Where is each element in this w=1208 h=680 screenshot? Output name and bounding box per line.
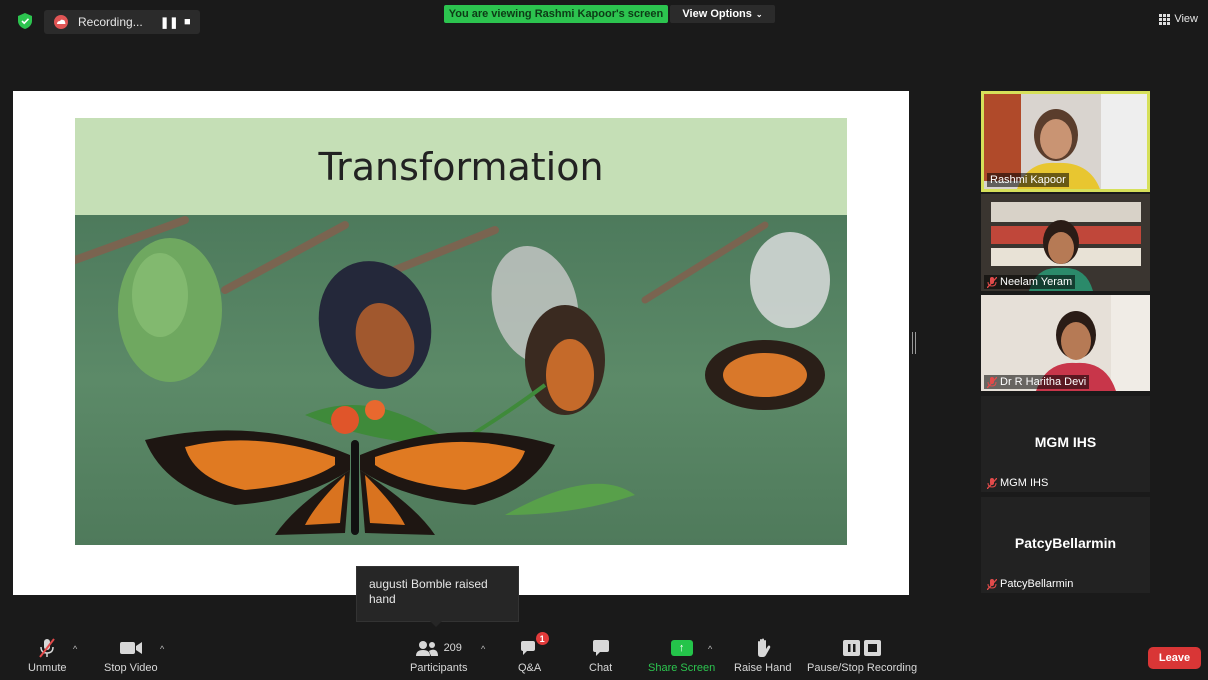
qa-button[interactable]: 1 Q&A: [518, 632, 549, 674]
participants-count: 209: [443, 642, 462, 654]
stop-video-label: Stop Video: [104, 662, 158, 674]
raise-hand-label: Raise Hand: [734, 662, 792, 674]
participant-tile-mgm-ihs[interactable]: MGM IHS MGM IHS: [981, 396, 1150, 492]
chat-bubble-icon: [591, 636, 611, 660]
viewing-screen-banner: You are viewing Rashmi Kapoor's screen: [444, 5, 668, 23]
stop-video-button[interactable]: Stop Video: [104, 636, 158, 674]
participant-display-name: MGM IHS: [1034, 434, 1097, 450]
participants-icon: 209: [415, 636, 462, 660]
security-shield-icon[interactable]: [18, 13, 32, 29]
mic-muted-icon: [987, 578, 997, 590]
view-layout-label: View: [1174, 13, 1198, 25]
cloud-recording-icon: [54, 15, 68, 29]
pause-stop-recording-label: Pause/Stop Recording: [807, 662, 918, 674]
mic-muted-icon: [38, 636, 56, 660]
pause-stop-recording-icon: [842, 636, 882, 660]
audio-options-chevron-icon[interactable]: ^: [73, 644, 77, 654]
mic-muted-icon: [987, 477, 997, 489]
participant-name-label: Neelam Yeram: [984, 275, 1076, 289]
qa-icon: 1: [519, 632, 549, 660]
view-layout-button[interactable]: View: [1159, 13, 1198, 25]
qa-label: Q&A: [518, 662, 542, 674]
participant-name-label: Rashmi Kapoor: [987, 173, 1069, 187]
participant-name-label: PatcyBellarmin: [984, 577, 1076, 591]
participant-tile-neelam-yeram[interactable]: Neelam Yeram: [981, 194, 1150, 291]
leave-meeting-button[interactable]: Leave: [1148, 647, 1201, 669]
unmute-label: Unmute: [28, 662, 67, 674]
participant-name: PatcyBellarmin: [1000, 578, 1074, 590]
participant-tile-dr-r-haritha-devi[interactable]: Dr R Haritha Devi: [981, 295, 1150, 391]
chevron-down-icon: ⌄: [755, 9, 763, 19]
participant-name-label: Dr R Haritha Devi: [984, 375, 1090, 389]
mic-muted-icon: [987, 376, 997, 388]
unmute-button[interactable]: Unmute: [28, 636, 67, 674]
participant-name: Rashmi Kapoor: [990, 174, 1066, 186]
share-screen-icon: ↑: [670, 636, 693, 660]
participant-name: MGM IHS: [1000, 477, 1049, 489]
participant-tile-patcybellarmin[interactable]: PatcyBellarmin PatcyBellarmin: [981, 497, 1150, 593]
slide-title-band: Transformation: [75, 118, 847, 216]
shared-screen: Transformation: [13, 91, 909, 595]
video-camera-icon: [119, 636, 143, 660]
zoom-meeting-window: Recording... ❚❚ ■ You are viewing Rashmi…: [0, 0, 1208, 680]
raise-hand-button[interactable]: Raise Hand: [734, 636, 791, 674]
participant-name: Neelam Yeram: [1000, 276, 1073, 288]
butterfly-metamorphosis-image: [75, 215, 847, 545]
notification-text: augusti Bomble raised hand: [369, 577, 488, 606]
recording-indicator: Recording... ❚❚ ■: [44, 10, 200, 34]
raised-hand-notification: augusti Bomble raised hand: [356, 566, 519, 622]
chat-button[interactable]: Chat: [589, 636, 612, 674]
notification-pointer: [430, 621, 442, 627]
panel-resize-handle[interactable]: [912, 332, 916, 354]
slide-title: Transformation: [318, 145, 604, 189]
participants-options-chevron-icon[interactable]: ^: [481, 644, 485, 654]
participant-display-name: PatcyBellarmin: [1014, 535, 1117, 551]
recording-status-text: Recording...: [78, 15, 143, 29]
grid-view-icon: [1159, 13, 1171, 25]
stop-recording-icon[interactable]: ■: [184, 16, 191, 28]
view-options-dropdown[interactable]: View Options ⌄: [670, 5, 775, 23]
mic-muted-icon: [987, 276, 997, 288]
participant-tile-rashmi-kapoor[interactable]: Rashmi Kapoor: [981, 91, 1150, 192]
pause-stop-recording-button[interactable]: Pause/Stop Recording: [807, 636, 917, 674]
video-options-chevron-icon[interactable]: ^: [160, 644, 164, 654]
participant-name: Dr R Haritha Devi: [1000, 376, 1087, 388]
chat-label: Chat: [589, 662, 613, 674]
raise-hand-icon: [755, 636, 771, 660]
metamorphosis-illustration: [75, 216, 830, 535]
share-screen-button[interactable]: ↑ Share Screen: [648, 636, 715, 674]
participants-button[interactable]: 209 Participants: [410, 636, 467, 674]
participant-name-label: MGM IHS: [984, 476, 1051, 490]
participants-label: Participants: [410, 662, 468, 674]
view-options-label: View Options: [682, 8, 752, 20]
share-screen-label: Share Screen: [648, 662, 716, 674]
leave-label: Leave: [1158, 652, 1191, 664]
qa-unread-badge: 1: [535, 632, 549, 645]
pause-recording-icon[interactable]: ❚❚: [160, 16, 178, 29]
share-options-chevron-icon[interactable]: ^: [708, 644, 712, 654]
